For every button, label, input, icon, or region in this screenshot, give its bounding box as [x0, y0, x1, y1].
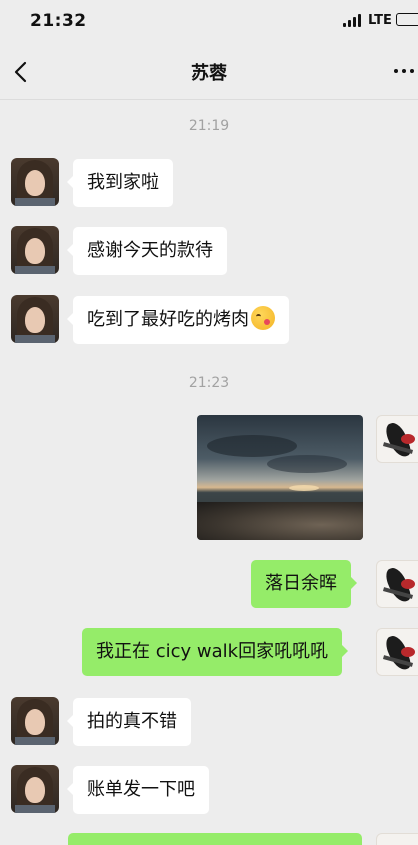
incoming-message[interactable]: 感谢今天的款待: [67, 227, 227, 275]
incoming-message[interactable]: 我到家啦: [67, 159, 173, 207]
sunset-photo-message[interactable]: [197, 415, 363, 540]
more-dots-icon[interactable]: [394, 66, 418, 76]
timestamp: 21:23: [188, 375, 230, 391]
chat-header: 苏蓉: [0, 44, 418, 100]
contact-avatar[interactable]: [11, 295, 59, 343]
status-time: 21:32: [30, 11, 87, 31]
contact-avatar[interactable]: [11, 158, 59, 206]
contact-avatar[interactable]: [11, 765, 59, 813]
signal-icon: [343, 14, 363, 27]
incoming-message[interactable]: 账单发一下吧: [67, 766, 209, 814]
status-bar: 21:32 LTE: [0, 0, 418, 44]
outgoing-message-partial[interactable]: [68, 833, 362, 845]
outgoing-message[interactable]: 落日余晖: [251, 560, 357, 608]
contact-avatar[interactable]: [11, 226, 59, 274]
outgoing-message[interactable]: 我正在 cicy walk回家吼吼吼: [82, 628, 349, 676]
my-avatar[interactable]: [376, 560, 418, 608]
my-avatar[interactable]: [376, 415, 418, 463]
contact-avatar[interactable]: [11, 697, 59, 745]
network-label: LTE: [368, 13, 392, 28]
battery-icon: [396, 13, 418, 26]
incoming-message[interactable]: 拍的真不错: [67, 698, 191, 746]
my-avatar[interactable]: [376, 628, 418, 676]
my-avatar[interactable]: [376, 833, 418, 845]
message-text: 吃到了最好吃的烤肉: [87, 309, 249, 330]
chat-title: 苏蓉: [191, 63, 227, 84]
incoming-message[interactable]: 吃到了最好吃的烤肉: [67, 296, 289, 344]
wink-tongue-emoji-icon: [251, 306, 275, 330]
timestamp: 21:19: [188, 118, 230, 134]
